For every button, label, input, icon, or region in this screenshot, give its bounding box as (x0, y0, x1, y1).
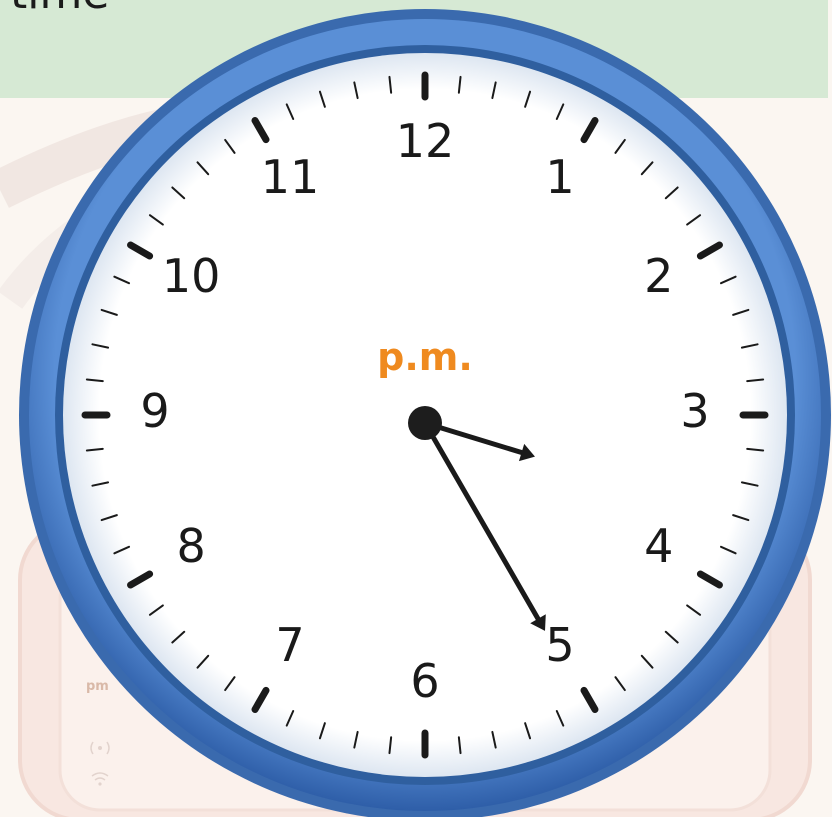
analog-clock: 12 1 2 3 4 5 6 7 8 9 10 11 p.m. (19, 9, 831, 817)
numeral-10: 10 (162, 249, 221, 303)
numeral-3: 3 (680, 384, 709, 438)
numeral-12: 12 (396, 114, 455, 168)
center-pin (408, 406, 442, 440)
numeral-4: 4 (644, 519, 673, 573)
numeral-1: 1 (545, 150, 574, 204)
numeral-2: 2 (644, 249, 673, 303)
numeral-11: 11 (261, 150, 320, 204)
numeral-9: 9 (140, 384, 169, 438)
numeral-7: 7 (275, 618, 304, 672)
period-label: p.m. (377, 335, 473, 379)
numeral-5: 5 (545, 618, 574, 672)
numeral-8: 8 (177, 519, 206, 573)
clock-scene: pm time (0, 0, 832, 817)
numeral-6: 6 (410, 654, 439, 708)
